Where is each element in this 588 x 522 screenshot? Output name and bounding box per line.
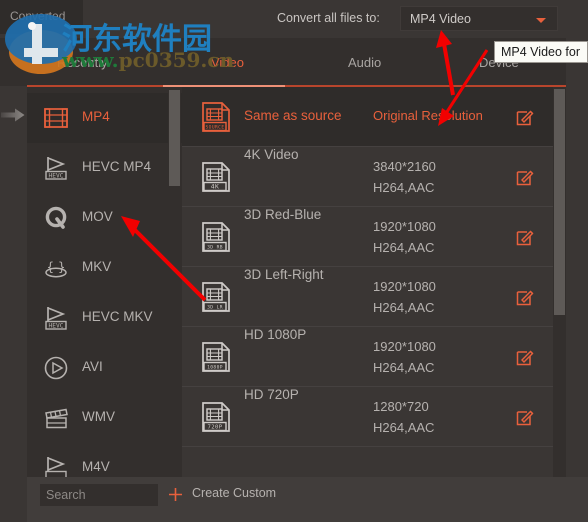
svg-text:1080P: 1080P [207, 365, 223, 371]
sidebar-item-label: MP4 [82, 109, 110, 124]
format-sidebar: MP4 HEVC HEVC MP4 MOV { } MKV HEVC HEVC MKV… [27, 87, 182, 477]
preset-row[interactable]: 1080P HD 1080P 1920*1080 H264,AAC [182, 327, 557, 387]
sidebar-item-avi[interactable]: AVI [27, 343, 182, 393]
preset-resolution: Original Resolution [373, 108, 483, 123]
bottom-left-pad [0, 477, 27, 522]
edit-pencil-icon[interactable] [516, 408, 534, 426]
preset-resolution: 1920*1080 [373, 219, 436, 234]
sidebar-item-m4v[interactable]: M4V [27, 443, 182, 477]
sidebar-item-hevc-mp4[interactable]: HEVC HEVC MP4 [27, 143, 182, 193]
sidebar-scrollbar-track[interactable] [168, 87, 181, 477]
preset-scrollbar-thumb[interactable] [554, 89, 565, 315]
flag-icon [42, 454, 70, 477]
clapperboard-icon [42, 404, 70, 432]
format-tooltip-text: MP4 Video for [501, 45, 580, 59]
preset-scrollbar-track[interactable] [553, 87, 566, 477]
edit-pencil-icon[interactable] [516, 348, 534, 366]
edit-pencil-icon[interactable] [516, 168, 534, 186]
svg-text:4K: 4K [211, 183, 220, 191]
video-file-icon: 4K [200, 161, 232, 193]
svg-text:HEVC: HEVC [49, 323, 64, 330]
right-edge-strip [566, 38, 588, 477]
preset-row[interactable]: SOURCE Same as source Original Resolution [182, 87, 557, 147]
svg-text:{ }: { } [46, 260, 65, 274]
preset-name: 3D Red-Blue [244, 207, 322, 222]
convert-all-files-label: Convert all files to: [277, 11, 380, 25]
sidebar-item-label: AVI [82, 359, 103, 374]
preset-resolution: 1280*720 [373, 399, 429, 414]
preset-codec: H264,AAC [373, 180, 435, 195]
create-custom-button[interactable]: Create Custom [192, 486, 276, 500]
left-edge-strip-top [0, 38, 27, 86]
preset-resolution: 1920*1080 [373, 339, 436, 354]
edit-pencil-icon[interactable] [516, 288, 534, 306]
preset-list: SOURCE Same as source Original Resolution… [182, 87, 557, 477]
sidebar-item-label: HEVC MKV [82, 309, 153, 324]
preset-resolution: 3840*2160 [373, 159, 436, 174]
sidebar-item-wmv[interactable]: WMV [27, 393, 182, 443]
svg-text:720P: 720P [207, 425, 222, 431]
preset-codec: H264,AAC [373, 300, 435, 315]
chevron-down-icon [536, 18, 546, 23]
format-select-value: MP4 Video [410, 12, 471, 26]
sidebar-item-label: MKV [82, 259, 112, 274]
video-file-icon: 1080P [200, 341, 232, 373]
svg-text:3D RB: 3D RB [207, 245, 223, 251]
sidebar-item-mov[interactable]: MOV [27, 193, 182, 243]
sidebar-item-label: WMV [82, 409, 115, 424]
search-input[interactable] [40, 484, 158, 506]
format-tooltip: MP4 Video for [494, 41, 588, 63]
preset-row[interactable]: 720P HD 720P 1280*720 H264,AAC [182, 387, 557, 447]
converted-tab-label: Converted [10, 9, 66, 23]
sidebar-item-hevc-mkv[interactable]: HEVC HEVC MKV [27, 293, 182, 343]
film-strip-icon [42, 104, 70, 132]
sidebar-item-mkv[interactable]: { } MKV [27, 243, 182, 293]
sidebar-item-label: MOV [82, 209, 113, 224]
preset-name: 4K Video [244, 147, 299, 162]
edit-pencil-icon[interactable] [516, 228, 534, 246]
converted-tab[interactable]: Converted [0, 0, 83, 34]
svg-text:3D LR: 3D LR [207, 305, 223, 311]
edit-pencil-icon[interactable] [516, 108, 534, 126]
preset-resolution: 1920*1080 [373, 279, 436, 294]
video-file-icon: 3D LR [200, 281, 232, 313]
video-file-icon: 3D RB [200, 221, 232, 253]
preset-codec: H264,AAC [373, 420, 435, 435]
tab-audio[interactable]: Audio [348, 55, 381, 70]
preset-name: HD 720P [244, 387, 299, 402]
preset-name: Same as source [244, 108, 342, 123]
top-bar: Converted Convert all files to: MP4 Vide… [0, 0, 588, 38]
sidebar-scrollbar-thumb[interactable] [169, 90, 180, 186]
sidebar-item-label: M4V [82, 459, 110, 474]
preset-row[interactable]: 3D RB 3D Red-Blue 1920*1080 H264,AAC [182, 207, 557, 267]
tab-recently[interactable]: Recently [57, 55, 108, 70]
collapse-arrow-icon[interactable] [1, 108, 25, 122]
plus-icon[interactable] [168, 487, 183, 502]
preset-name: HD 1080P [244, 327, 307, 342]
preset-row[interactable]: 3D LR 3D Left-Right 1920*1080 H264,AAC [182, 267, 557, 327]
converter-format-panel: Converted Convert all files to: MP4 Vide… [0, 0, 588, 522]
svg-text:HEVC: HEVC [49, 173, 64, 180]
preset-name: 3D Left-Right [244, 267, 324, 282]
format-select-dropdown[interactable]: MP4 Video [400, 6, 558, 31]
left-edge-strip [0, 38, 27, 477]
video-file-icon: 720P [200, 401, 232, 433]
hevc-flag-icon: HEVC [42, 154, 70, 182]
preset-row[interactable]: 4K 4K Video 3840*2160 H264,AAC [182, 147, 557, 207]
sidebar-item-mp4[interactable]: MP4 [27, 93, 182, 143]
play-circle-icon [42, 354, 70, 382]
svg-text:SOURCE: SOURCE [206, 125, 225, 131]
matroska-icon: { } [42, 254, 70, 282]
quicktime-q-icon [42, 204, 70, 232]
preset-codec: H264,AAC [373, 360, 435, 375]
preset-codec: H264,AAC [373, 240, 435, 255]
source-file-icon: SOURCE [200, 101, 232, 133]
hevc-flag-icon: HEVC [42, 304, 70, 332]
sidebar-item-label: HEVC MP4 [82, 159, 152, 174]
tab-video[interactable]: Video [211, 55, 244, 70]
